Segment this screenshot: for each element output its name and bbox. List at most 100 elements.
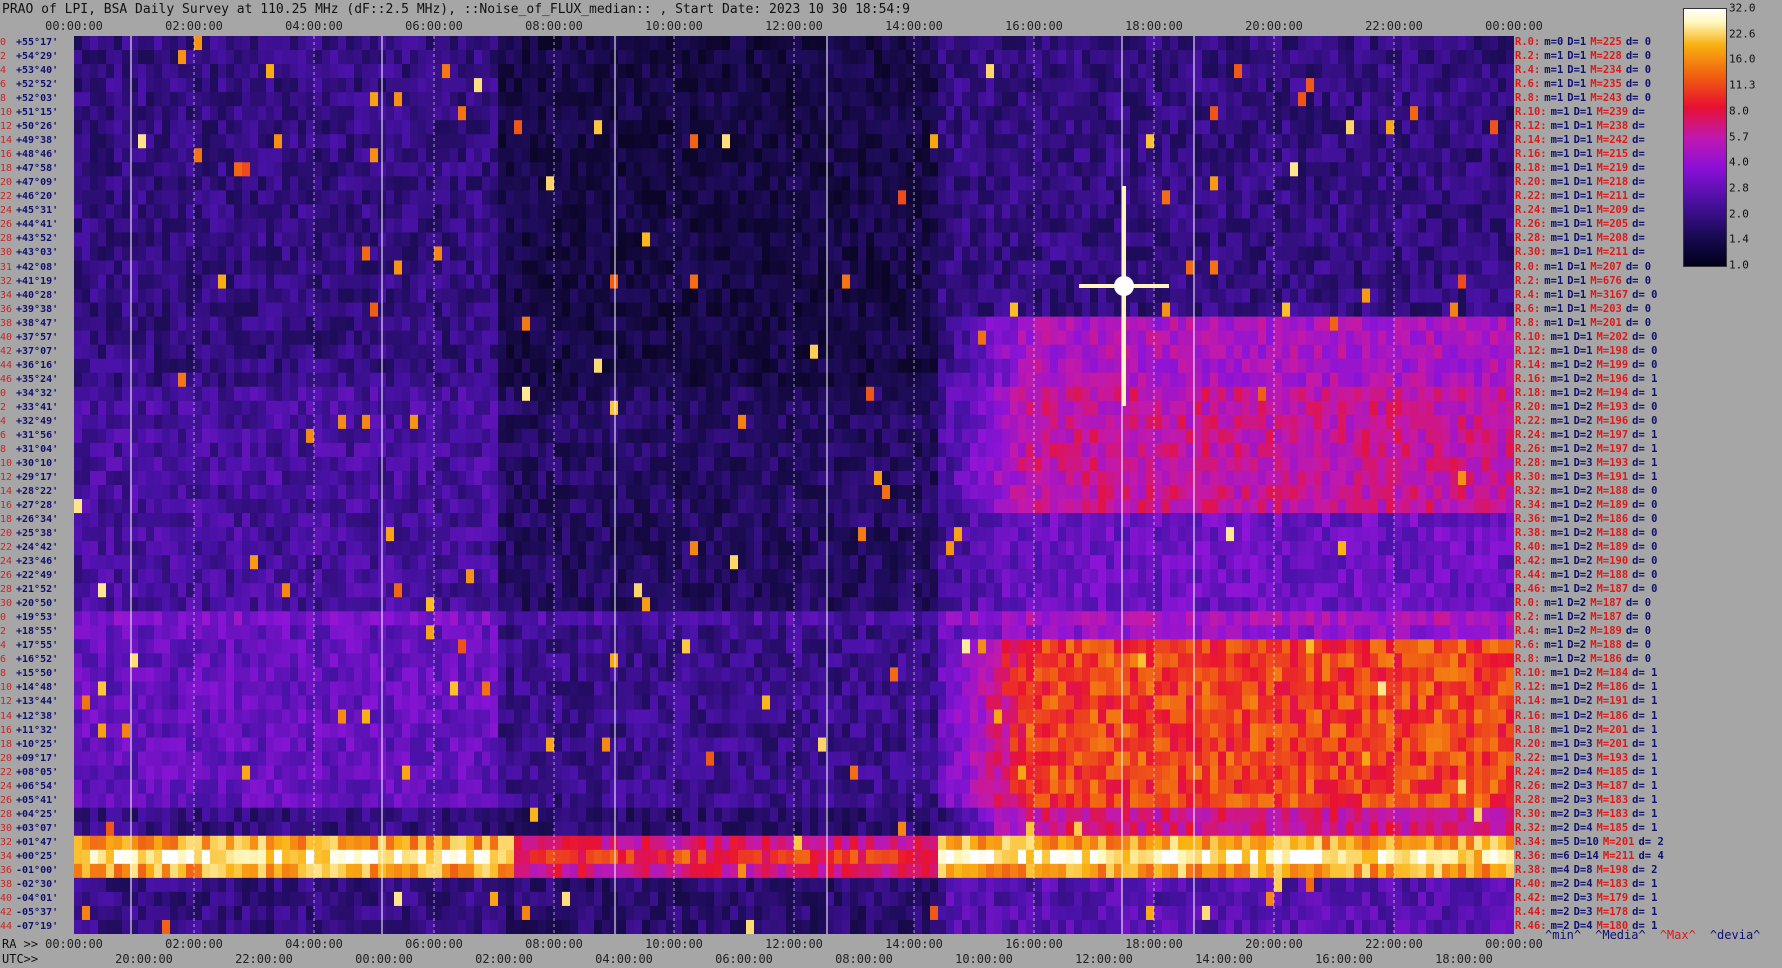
heatmap-cell [786,288,795,304]
heatmap-cell [1322,92,1331,107]
heatmap-cell [706,316,715,332]
heatmap-cell [794,162,803,177]
heatmap-cell [698,106,707,121]
heatmap-cell [410,358,419,374]
heatmap-cell [258,344,267,360]
heatmap-cell [818,36,827,51]
heatmap-cell [634,64,643,79]
heatmap-cell [162,260,171,276]
heatmap-cell [1370,106,1379,121]
heatmap-cell [410,246,419,261]
heatmap-cell [1274,64,1283,79]
heatmap-cell [762,64,771,79]
heatmap-cell [874,162,883,177]
heatmap-cell [658,288,667,304]
heatmap-cell [106,274,115,290]
heatmap-cell [938,246,947,261]
heatmap-cell [754,36,763,51]
heatmap-cell [1210,316,1219,332]
heatmap-cell [114,50,123,65]
heatmap-cell [1210,302,1219,318]
heatmap-cell [930,358,939,374]
heatmap-cell [202,50,211,65]
heatmap-cell [1322,120,1331,135]
heatmap-cell [866,36,875,51]
heatmap-cell [1146,162,1155,177]
heatmap-cell [122,162,131,177]
dec-row-value: +12°38' [16,710,59,722]
heatmap-cell [530,64,539,79]
heatmap-cell [98,288,107,304]
heatmap-cell [1466,106,1475,121]
heatmap-cell [162,400,171,416]
heatmap-cell [362,120,371,135]
heatmap-cell [322,190,331,205]
heatmap-cell [522,148,531,163]
heatmap-cell [1482,232,1491,247]
heatmap-cell [1130,302,1139,318]
heatmap-cell [954,64,963,79]
heatmap-cell [146,246,155,261]
heatmap-cell [1274,50,1283,65]
heatmap-cell [474,120,483,135]
heatmap-cell [746,190,755,205]
heatmap-cell [786,274,795,290]
heatmap-cell [922,386,931,402]
heatmap-cell [1378,176,1387,191]
heatmap-cell [506,302,515,318]
heatmap-cell [82,50,91,65]
heatmap-cell [962,92,971,107]
heatmap-cell [530,386,539,402]
heatmap-cell [874,302,883,318]
heatmap-cell [410,204,419,219]
heatmap-cell [1058,92,1067,107]
heatmap-cell [1306,50,1315,65]
heatmap-cell [714,232,723,247]
heatmap-cell [458,50,467,65]
heatmap-cell [1410,316,1419,332]
heatmap-cell [202,92,211,107]
heatmap-cell [1002,64,1011,79]
heatmap-cell [314,246,323,261]
heatmap-cell [1394,260,1403,276]
heatmap-cell [1386,372,1395,388]
heatmap-cell [1410,64,1419,79]
heatmap-cell [1474,162,1483,177]
heatmap-cell [858,386,867,402]
heatmap-cell [850,176,859,191]
heatmap-cell [874,78,883,93]
dec-row-index: 22 [0,766,13,778]
heatmap-cell [634,134,643,149]
heatmap-cell [178,316,187,332]
heatmap-cell [730,246,739,261]
heatmap-cell [898,190,907,205]
heatmap-cell [1354,92,1363,107]
heatmap-cell [474,78,483,93]
heatmap-cell [866,316,875,332]
heatmap-cell [1034,246,1043,261]
heatmap-cell [906,218,915,233]
heatmap-cell [714,302,723,318]
heatmap-cell [1234,106,1243,121]
heatmap-cell [298,106,307,121]
heatmap-cell [1346,302,1355,318]
heatmap-cell [466,386,475,402]
heatmap-cell [914,218,923,233]
heatmap-cell [1434,302,1443,318]
dec-row-index: 0 [0,37,7,48]
heatmap-cell [194,302,203,318]
heatmap-cell [994,92,1003,107]
heatmap-cell [1250,176,1259,191]
heatmap-cell [1314,218,1323,233]
heatmap-cell [1058,316,1067,332]
heatmap-cell [1002,260,1011,276]
heatmap-cell [1370,260,1379,276]
heatmap-cell [754,176,763,191]
heatmap-cell [1178,386,1187,402]
heatmap-cell [1466,358,1475,374]
heatmap-cell [1170,302,1179,318]
heatmap-cell [1226,386,1235,402]
heatmap-cell [554,148,563,163]
heatmap-cell [1346,316,1355,332]
heatmap-cell [1146,358,1155,374]
